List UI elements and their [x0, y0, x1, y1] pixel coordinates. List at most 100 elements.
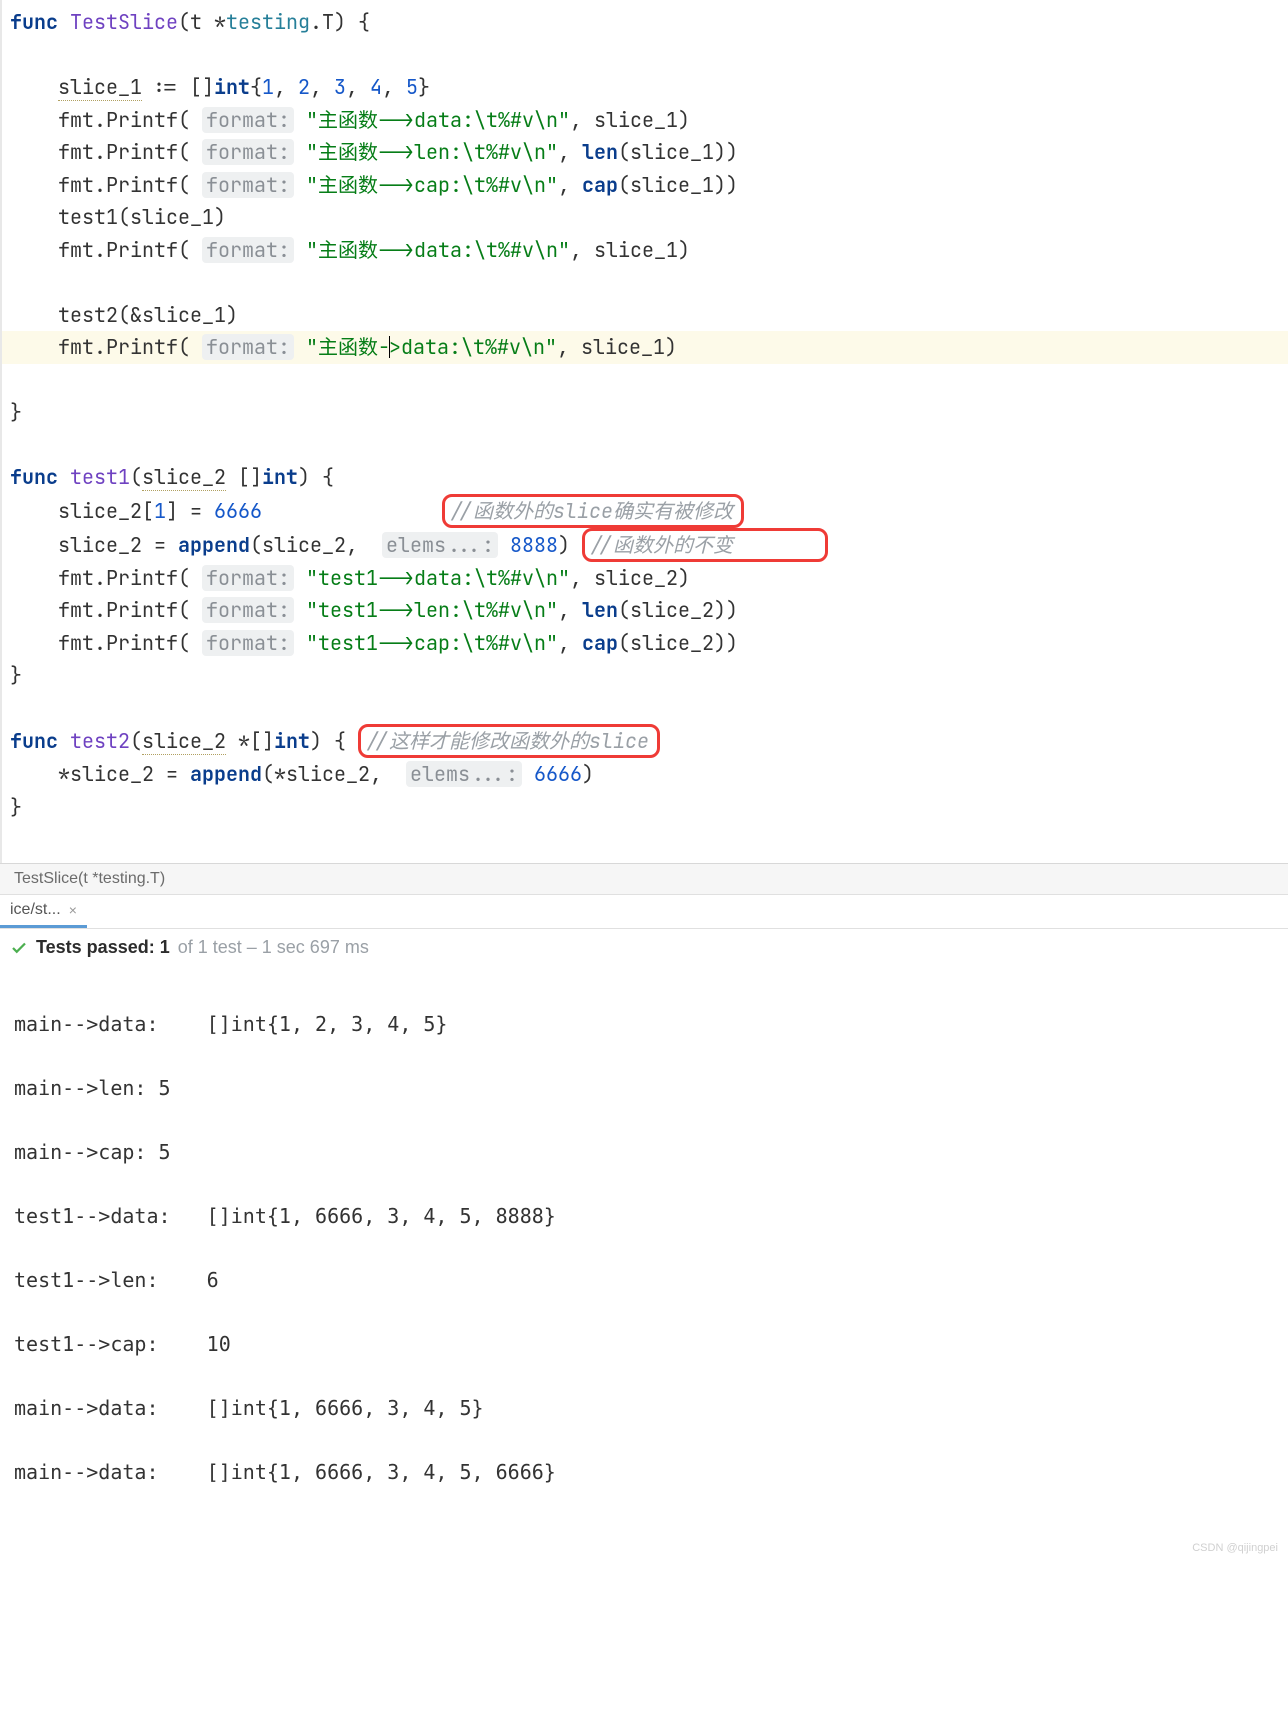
tests-summary: of 1 test – 1 sec 697 ms: [178, 937, 369, 958]
param-hint: format:: [202, 172, 294, 198]
func-call: .Printf(: [94, 107, 190, 133]
code-line[interactable]: fmt.Printf( format: "主函数-->data:\t%#v\n"…: [2, 104, 1288, 137]
breadcrumb-item[interactable]: TestSlice(t *testing.T): [14, 870, 165, 887]
code-line[interactable]: fmt.Printf( format: "test1-->data:\t%#v\…: [2, 562, 1288, 595]
code-text: slice_2 =: [58, 532, 178, 558]
tab-label: ice/st...: [10, 901, 61, 919]
code-line[interactable]: }: [2, 791, 1288, 824]
code-text: (slice_2)): [618, 597, 738, 623]
code-line[interactable]: slice_2 = append(slice_2, elems...: 8888…: [2, 528, 1288, 562]
func-call: .Printf(: [94, 630, 190, 656]
builtin: cap: [582, 172, 618, 198]
code-line[interactable]: test1(slice_1): [2, 201, 1288, 234]
builtin: len: [582, 597, 618, 623]
number: 1: [154, 498, 166, 524]
code-text: test2(&slice_1): [58, 302, 238, 328]
package: fmt: [58, 597, 94, 623]
func-call: .Printf(: [94, 597, 190, 623]
keyword: int: [262, 464, 298, 490]
code-line[interactable]: [2, 429, 1288, 462]
package: fmt: [58, 237, 94, 263]
builtin: append: [178, 532, 250, 558]
code-line[interactable]: [2, 266, 1288, 299]
package: fmt: [58, 334, 94, 360]
code-line[interactable]: func test1(slice_2 []int) {: [2, 461, 1288, 494]
func-call: .Printf(: [94, 172, 190, 198]
keyword: func: [10, 728, 58, 754]
param-hint: format:: [202, 139, 294, 165]
package: fmt: [58, 630, 94, 656]
number: 6666: [214, 498, 262, 524]
builtin: cap: [582, 630, 618, 656]
code-text: (slice_1)): [618, 172, 738, 198]
func-call: .Printf(: [94, 237, 190, 263]
close-icon[interactable]: ×: [69, 902, 77, 918]
func-call: .Printf(: [94, 334, 190, 360]
param-hint: format:: [202, 565, 294, 591]
package: fmt: [58, 172, 94, 198]
package: fmt: [58, 565, 94, 591]
package: fmt: [58, 139, 94, 165]
code-text: (*slice_2,: [262, 761, 406, 787]
code-text: , slice_1): [570, 107, 690, 133]
number: 6666: [534, 761, 582, 787]
string: "主函数-->data:\t%#v\n": [306, 237, 570, 263]
brace: }: [10, 794, 22, 820]
code-line[interactable]: fmt.Printf( format: "主函数-->len:\t%#v\n",…: [2, 136, 1288, 169]
code-line[interactable]: [2, 39, 1288, 72]
func-name: TestSlice: [70, 9, 178, 35]
code-text: test1(slice_1): [58, 204, 226, 230]
code-line[interactable]: fmt.Printf( format: "主函数-->data:\t%#v\n"…: [2, 234, 1288, 267]
number: 5: [406, 74, 418, 100]
watermark: CSDN @qijingpei: [1192, 1542, 1278, 1554]
code-line[interactable]: slice_1 := []int{1, 2, 3, 4, 5}: [2, 71, 1288, 104]
code-line[interactable]: fmt.Printf( format: "test1-->len:\t%#v\n…: [2, 594, 1288, 627]
annotation-box: //函数外的不变: [582, 528, 828, 562]
console-output[interactable]: main-->data: []int{1, 2, 3, 4, 5} main--…: [0, 966, 1288, 1560]
console-line: test1-->data: []int{1, 6666, 3, 4, 5, 88…: [14, 1200, 1274, 1232]
code-line[interactable]: }: [2, 659, 1288, 692]
code-text: ) {: [298, 464, 334, 490]
code-line[interactable]: slice_2[1] = 6666 //函数外的slice确实有被修改: [2, 494, 1288, 528]
code-line[interactable]: fmt.Printf( format: "test1-->cap:\t%#v\n…: [2, 627, 1288, 660]
number: 1: [262, 74, 274, 100]
code-text: *slice_2 =: [58, 761, 190, 787]
param-hint: format:: [202, 237, 294, 263]
code-text: (slice_2,: [250, 532, 370, 558]
code-text: ): [558, 532, 570, 558]
string: "test1-->data:\t%#v\n": [306, 565, 570, 591]
run-tabs: ice/st... ×: [0, 894, 1288, 928]
brace: }: [10, 662, 22, 688]
code-line[interactable]: func test2(slice_2 *[]int) { //这样才能修改函数外…: [2, 724, 1288, 758]
code-editor[interactable]: func TestSlice(t *testing.T) { slice_1 :…: [0, 0, 1288, 863]
param-hint: format:: [202, 597, 294, 623]
code-line[interactable]: test2(&slice_1): [2, 299, 1288, 332]
breadcrumb[interactable]: TestSlice(t *testing.T): [0, 863, 1288, 894]
console-line: test1-->len: 6: [14, 1264, 1274, 1296]
builtin: append: [190, 761, 262, 787]
tests-passed-label: Tests passed: 1: [36, 937, 170, 958]
number: 2: [298, 74, 310, 100]
code-text: ) {: [310, 728, 346, 754]
func-name: test2: [70, 728, 130, 754]
string: "主函数-->data:\t%#v\n": [306, 107, 570, 133]
code-line[interactable]: *slice_2 = append(*slice_2, elems...: 66…: [2, 758, 1288, 791]
brace: }: [10, 399, 22, 425]
annotation-box: //这样才能修改函数外的slice: [358, 724, 660, 758]
code-text: .T) {: [310, 9, 370, 35]
keyword: func: [10, 9, 58, 35]
comment: //函数外的slice确实有被修改: [449, 498, 733, 524]
code-line[interactable]: fmt.Printf( format: "主函数-->cap:\t%#v\n",…: [2, 169, 1288, 202]
code-text: []: [226, 464, 262, 490]
code-line[interactable]: [2, 364, 1288, 397]
code-line[interactable]: func TestSlice(t *testing.T) {: [2, 6, 1288, 39]
variable: slice_1: [58, 74, 142, 101]
code-line-current[interactable]: fmt.Printf( format: "主函数->data:\t%#v\n",…: [2, 331, 1288, 364]
string: "主函数-->cap:\t%#v\n": [306, 172, 558, 198]
code-text: slice_2[: [58, 498, 154, 524]
code-text: , slice_1): [570, 237, 690, 263]
string: "主函数-->len:\t%#v\n": [306, 139, 558, 165]
code-line[interactable]: }: [2, 396, 1288, 429]
code-line[interactable]: [2, 692, 1288, 725]
run-tab[interactable]: ice/st... ×: [0, 895, 87, 928]
